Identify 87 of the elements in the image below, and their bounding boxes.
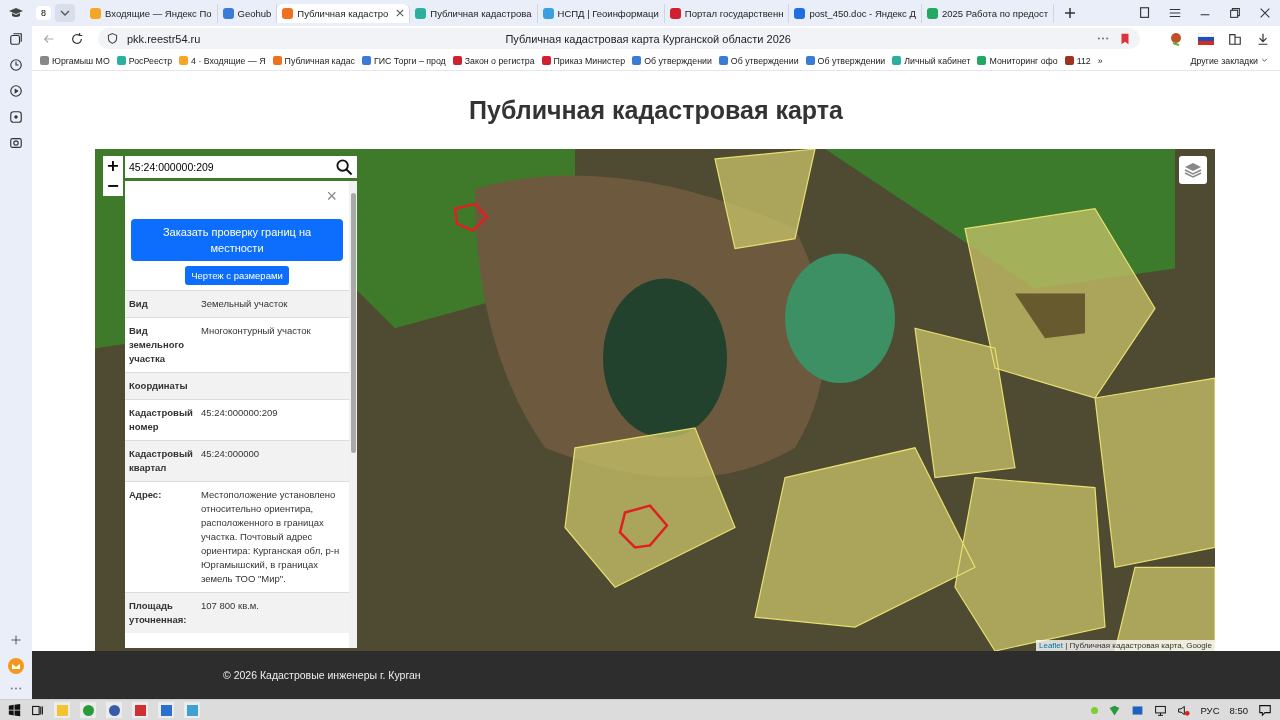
field-value: 45:24:000000	[201, 447, 261, 461]
bookmark-item[interactable]: Закон о регистра	[452, 55, 535, 66]
layers-button[interactable]	[1179, 156, 1207, 184]
field-label: Вид	[129, 297, 149, 311]
browser-tab[interactable]: Geohub	[217, 3, 278, 23]
search-field[interactable]: 45:24:000000:209	[125, 156, 357, 178]
bookmark-item[interactable]: Публичная кадас	[272, 55, 355, 66]
order-check-button[interactable]: Заказать проверку границ на местности	[131, 219, 343, 261]
menu-icon[interactable]	[1168, 6, 1182, 20]
bookmark-item[interactable]: Об утверждении	[632, 55, 712, 66]
close-icon[interactable]	[1258, 6, 1272, 20]
field-label: Координаты	[129, 379, 189, 393]
leaflet-link[interactable]: Leaflet	[1039, 641, 1064, 650]
close-icon[interactable]	[396, 9, 405, 17]
reload-icon[interactable]	[70, 31, 84, 46]
browser-app-icon[interactable]	[106, 702, 122, 718]
browser-tab[interactable]: Портал государственн	[664, 3, 790, 23]
field-value: Многоконтурный участок	[201, 324, 312, 338]
bookmark-item[interactable]: ГИС Торги – прод	[362, 55, 446, 66]
scrollbar[interactable]	[349, 181, 357, 648]
restore-icon[interactable]	[1228, 6, 1242, 20]
field-label: Площадь уточненная:	[129, 599, 188, 627]
search-icon[interactable]	[336, 158, 353, 176]
language-indicator[interactable]: РУС	[1200, 704, 1220, 716]
reader-icon[interactable]	[1228, 31, 1242, 46]
browser-tab[interactable]: Публичная кадастрова	[410, 3, 538, 23]
chevron-down-icon	[1261, 57, 1268, 64]
address-bar[interactable]: pkk.reestr54.ru Публичная кадастровая карта Курганской области 2026	[98, 28, 1140, 49]
chevron-down-icon[interactable]	[55, 4, 75, 22]
bookmark-item[interactable]: Юргамыш МО	[40, 55, 110, 66]
more-bookmarks-button[interactable]: »	[1097, 55, 1103, 66]
field-value: Местоположение установлено относительно ориентира, расположенного в границах участка. Почтовый адрес ориентира: Курганская обл, р-н Юргамышский, в границах земель ТОО "Мир".	[201, 488, 341, 586]
close-button[interactable]: ×	[326, 187, 337, 205]
page-heading: Публичная кадастровая карта	[469, 95, 843, 126]
shield-icon	[106, 32, 119, 45]
tabs-icon[interactable]	[1138, 6, 1152, 20]
tab-count[interactable]: 8	[36, 6, 51, 20]
extension-icon[interactable]	[1168, 30, 1184, 47]
browser-tab[interactable]: НСПД | Геоинформаци	[537, 3, 665, 23]
browser-tab[interactable]: post_450.doc - Яндекс Д	[789, 3, 922, 23]
add-icon[interactable]	[10, 634, 22, 646]
attribution-text: | Публичная кадастровая карта, Google	[1065, 641, 1212, 650]
windows-start-icon[interactable]	[8, 703, 21, 717]
browser-tab[interactable]: Публичная кадастро	[277, 3, 411, 23]
bookmark-item[interactable]: Об утверждении	[805, 55, 886, 66]
status-dot-icon[interactable]	[1091, 706, 1099, 714]
field-label: Кадастровый номер	[129, 406, 194, 434]
drawing-button[interactable]: Чертеж с размерами	[185, 266, 289, 285]
browser-tab[interactable]: Входящие — Яндекс По	[85, 3, 218, 23]
field-label: Адрес:	[129, 488, 163, 502]
play-icon[interactable]	[9, 84, 23, 98]
app-icon[interactable]	[9, 110, 23, 124]
cloud-app-icon[interactable]	[132, 702, 148, 718]
url-text: pkk.reestr54.ru	[127, 32, 201, 45]
bookmark-item[interactable]: РосРеестр	[116, 55, 173, 66]
network-icon[interactable]	[1154, 703, 1168, 717]
other-bookmarks-button[interactable]: Другие закладки	[1190, 55, 1272, 66]
bookmark-item[interactable]: Приказ Министер	[541, 55, 626, 66]
muted-speaker-icon[interactable]	[1177, 703, 1191, 717]
tray-app-icon[interactable]	[1131, 703, 1145, 717]
tray-app-icon[interactable]	[1108, 703, 1122, 717]
history-icon[interactable]	[9, 58, 23, 72]
shield-app-icon[interactable]	[80, 702, 96, 718]
bookmark-item[interactable]: 4 · Входящие — Я	[179, 55, 266, 66]
field-label: Кадастровый квартал	[129, 447, 194, 475]
more-icon[interactable]	[1096, 36, 1110, 41]
field-label: Вид земельного участка	[129, 324, 186, 366]
screenshot-icon[interactable]	[9, 136, 23, 150]
field-value: Земельный участок	[201, 297, 289, 311]
footer-text: © 2026 Кадастровые инженеры г. Курган	[223, 669, 421, 681]
flag-icon[interactable]	[1198, 32, 1214, 45]
more-icon[interactable]	[9, 686, 23, 691]
bookmark-item[interactable]: Мониторинг офо	[977, 55, 1058, 66]
task-view-icon[interactable]	[31, 703, 44, 717]
download-icon[interactable]	[1256, 31, 1270, 46]
bookmark-item[interactable]: 112	[1064, 55, 1091, 66]
collections-icon[interactable]	[9, 32, 23, 46]
bookmark-item[interactable]: Личный кабинет	[892, 55, 971, 66]
layers-icon	[1183, 160, 1203, 180]
bookmark-item[interactable]: Об утверждении	[718, 55, 799, 66]
notifications-icon[interactable]	[1258, 703, 1272, 717]
document-app-icon[interactable]	[158, 702, 174, 718]
clock[interactable]: 8:50	[1229, 704, 1248, 716]
field-value: 45:24:000000:209	[201, 406, 279, 420]
page-title: Публичная кадастровая карта Курганской области 2026	[504, 32, 792, 45]
field-value: 107 800 кв.м.	[201, 599, 260, 613]
browser-tab[interactable]: 2025 Работа по предост	[921, 3, 1055, 23]
